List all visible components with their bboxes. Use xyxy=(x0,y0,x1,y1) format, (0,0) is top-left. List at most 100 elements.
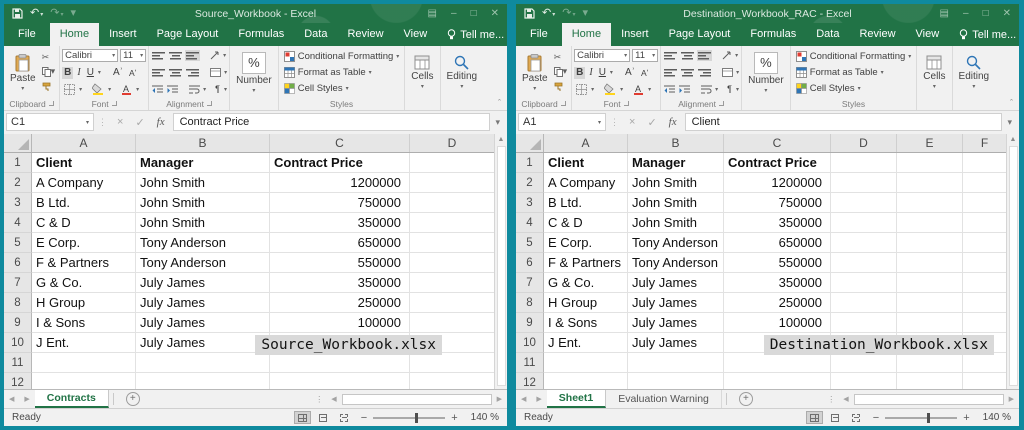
column-header-f[interactable]: F xyxy=(963,134,1006,152)
decrease-indent-icon[interactable] xyxy=(663,84,676,95)
cell-D8[interactable] xyxy=(831,293,897,313)
cell-A9[interactable]: I & Sons xyxy=(32,313,136,333)
cell-B9[interactable]: July James xyxy=(628,313,724,333)
cell-D1[interactable] xyxy=(831,153,897,173)
ribbon-tab-file[interactable]: File xyxy=(516,23,562,46)
row-header-2[interactable]: 2 xyxy=(4,173,32,193)
underline-button[interactable]: U xyxy=(597,67,608,79)
zoom-slider-thumb[interactable] xyxy=(415,413,418,423)
column-header-e[interactable]: E xyxy=(897,134,963,152)
zoom-in-button[interactable]: + xyxy=(957,412,975,424)
cell-D11[interactable] xyxy=(410,353,494,373)
align-top-icon[interactable] xyxy=(663,50,678,61)
cell-D12[interactable] xyxy=(831,373,897,389)
cell-A12[interactable] xyxy=(544,373,628,389)
font-name-select[interactable]: Calibri▾ xyxy=(62,49,118,62)
collapse-ribbon-icon[interactable]: ˆ xyxy=(1010,98,1013,108)
orientation-icon[interactable] xyxy=(721,49,733,61)
cell-E5[interactable] xyxy=(897,233,963,253)
copy-icon[interactable]: ▾ xyxy=(554,67,568,77)
row-header-6[interactable]: 6 xyxy=(4,253,32,273)
tell-me-box[interactable]: Tell me... xyxy=(437,23,507,46)
cell-C4[interactable]: 350000 xyxy=(724,213,831,233)
cell-A5[interactable]: E Corp. xyxy=(544,233,628,253)
cell-B12[interactable] xyxy=(136,373,270,389)
ribbon-tab-insert[interactable]: Insert xyxy=(99,23,147,46)
redo-icon[interactable]: ↷▾ xyxy=(562,8,575,19)
ribbon-tab-view[interactable]: View xyxy=(394,23,438,46)
font-size-select[interactable]: 11▾ xyxy=(120,49,146,62)
page-layout-view-button[interactable] xyxy=(315,411,332,424)
decrease-font-icon[interactable]: Aʽ xyxy=(127,67,139,79)
cell-D3[interactable] xyxy=(831,193,897,213)
cell-C9[interactable]: 100000 xyxy=(270,313,410,333)
align-middle-icon[interactable] xyxy=(680,50,695,61)
alignment-dialog-launcher[interactable] xyxy=(207,101,212,106)
enter-icon[interactable]: ✓ xyxy=(129,116,150,129)
cell-E7[interactable] xyxy=(897,273,963,293)
cell-A7[interactable]: G & Co. xyxy=(544,273,628,293)
save-icon[interactable] xyxy=(12,8,23,19)
cell-A4[interactable]: C & D xyxy=(544,213,628,233)
column-header-b[interactable]: B xyxy=(628,134,724,152)
ribbon-tab-view[interactable]: View xyxy=(906,23,950,46)
cell-E12[interactable] xyxy=(897,373,963,389)
align-center-icon[interactable] xyxy=(168,67,183,78)
zoom-level[interactable]: 140 % xyxy=(976,412,1011,423)
cell-A1[interactable]: Client xyxy=(32,153,136,173)
zoom-in-button[interactable]: + xyxy=(445,412,463,424)
alignment-dialog-launcher[interactable] xyxy=(719,101,724,106)
cell-D1[interactable] xyxy=(410,153,494,173)
column-header-c[interactable]: C xyxy=(724,134,831,152)
cell-B2[interactable]: John Smith xyxy=(628,173,724,193)
cell-A10[interactable]: J Ent. xyxy=(544,333,628,353)
cell-D5[interactable] xyxy=(831,233,897,253)
cell-B7[interactable]: July James xyxy=(628,273,724,293)
ribbon-tab-home[interactable]: Home xyxy=(50,23,99,46)
cell-F5[interactable] xyxy=(963,233,1006,253)
cell-C5[interactable]: 650000 xyxy=(270,233,410,253)
cell-E3[interactable] xyxy=(897,193,963,213)
zoom-slider-thumb[interactable] xyxy=(927,413,930,423)
format-painter-icon[interactable] xyxy=(554,82,568,92)
row-header-11[interactable]: 11 xyxy=(516,353,544,373)
row-header-4[interactable]: 4 xyxy=(4,213,32,233)
close-button[interactable]: ✕ xyxy=(491,9,499,19)
formula-bar[interactable]: Client xyxy=(685,113,1003,131)
qat-customize-icon[interactable]: ▾ xyxy=(70,8,76,19)
cell-E9[interactable] xyxy=(897,313,963,333)
cell-C5[interactable]: 650000 xyxy=(724,233,831,253)
column-header-c[interactable]: C xyxy=(270,134,410,152)
cell-C3[interactable]: 750000 xyxy=(724,193,831,213)
row-header-9[interactable]: 9 xyxy=(516,313,544,333)
underline-button[interactable]: U xyxy=(85,67,96,79)
cell-D12[interactable] xyxy=(410,373,494,389)
zoom-out-button[interactable]: − xyxy=(867,412,885,424)
row-header-5[interactable]: 5 xyxy=(516,233,544,253)
scroll-up-icon[interactable]: ▲ xyxy=(1010,134,1017,143)
cell-D7[interactable] xyxy=(410,273,494,293)
font-color-icon[interactable]: A xyxy=(119,83,134,95)
cell-A10[interactable]: J Ent. xyxy=(32,333,136,353)
new-sheet-button[interactable]: + xyxy=(126,392,140,406)
cell-B8[interactable]: July James xyxy=(136,293,270,313)
column-header-b[interactable]: B xyxy=(136,134,270,152)
cell-D8[interactable] xyxy=(410,293,494,313)
cell-A2[interactable]: A Company xyxy=(32,173,136,193)
cell-C12[interactable] xyxy=(270,373,410,389)
sheet-tab-evaluation-warning[interactable]: Evaluation Warning xyxy=(606,390,722,408)
row-header-3[interactable]: 3 xyxy=(4,193,32,213)
ribbon-tab-file[interactable]: File xyxy=(4,23,50,46)
qat-customize-icon[interactable]: ▾ xyxy=(582,8,588,19)
paste-button[interactable]: Paste ▾ xyxy=(6,48,40,97)
font-color-icon[interactable]: A xyxy=(631,83,646,95)
align-center-icon[interactable] xyxy=(680,67,695,78)
ribbon-tab-review[interactable]: Review xyxy=(337,23,393,46)
cell-B12[interactable] xyxy=(628,373,724,389)
bold-button[interactable]: B xyxy=(62,67,73,79)
save-icon[interactable] xyxy=(524,8,535,19)
redo-icon[interactable]: ↷▾ xyxy=(50,8,63,19)
align-middle-icon[interactable] xyxy=(168,50,183,61)
ribbon-tab-data[interactable]: Data xyxy=(806,23,849,46)
conditional-formatting-button[interactable]: Conditional Formatting▾ xyxy=(284,49,400,64)
